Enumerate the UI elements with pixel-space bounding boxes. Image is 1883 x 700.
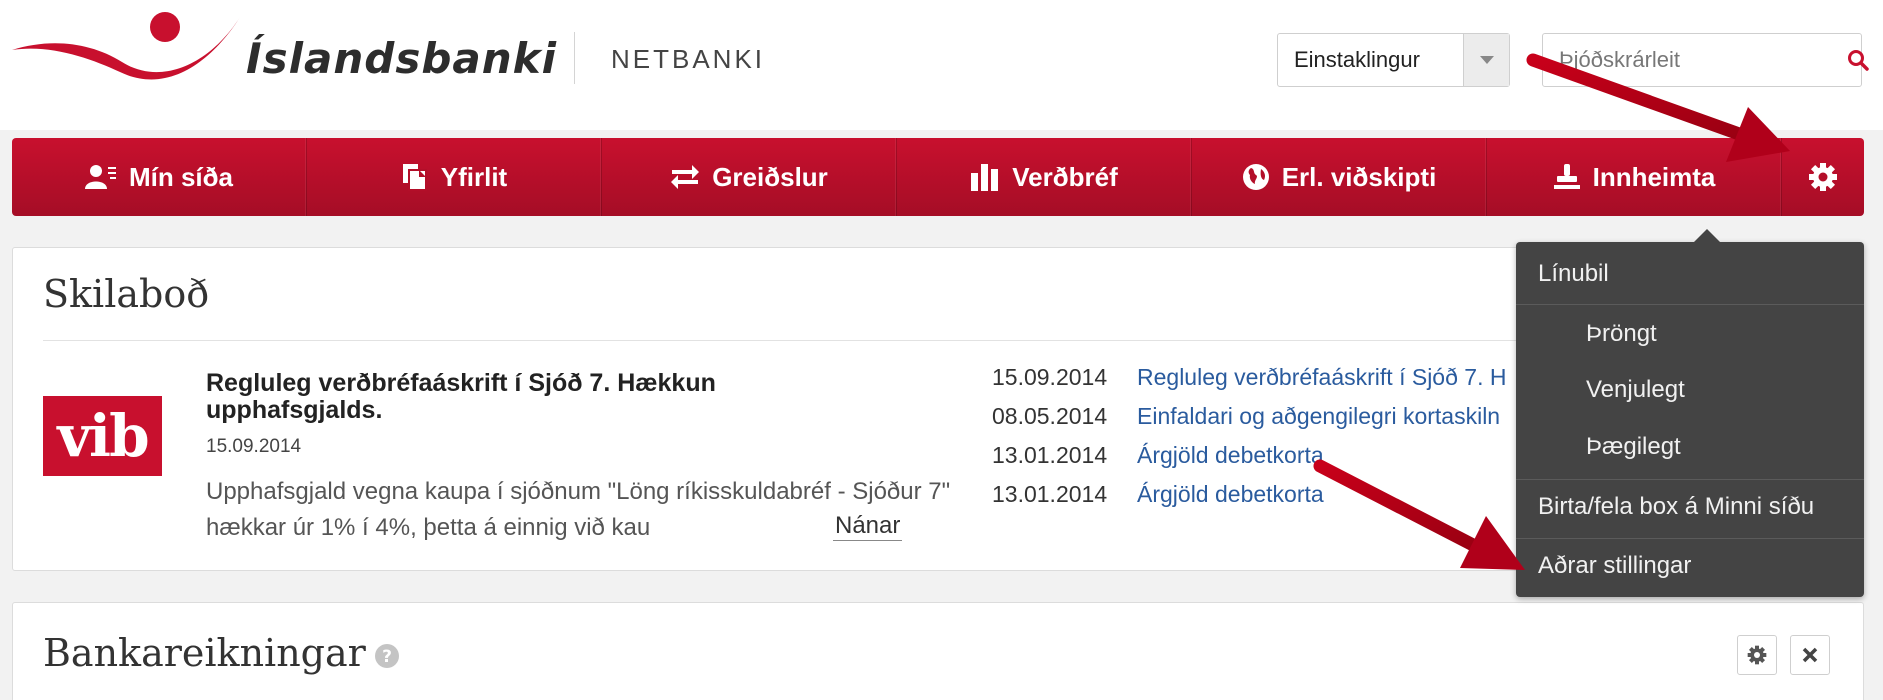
search-icon[interactable] — [1847, 34, 1869, 86]
message-link[interactable]: Regluleg verðbréfaáskrift í Sjóð 7. H — [1137, 364, 1506, 390]
national-registry-search[interactable] — [1542, 33, 1869, 87]
menu-item-narrow[interactable]: Þröngt — [1586, 320, 1657, 348]
vib-logo-text: vib — [57, 402, 149, 470]
nav-item-erl-vidskipti[interactable]: Erl. viðskipti — [1192, 138, 1487, 216]
menu-divider — [1516, 538, 1864, 539]
accounts-title: Bankareikningar — [43, 631, 366, 675]
nav-item-greidslur[interactable]: Greiðslur — [602, 138, 897, 216]
accounts-panel: Bankareikningar — [12, 602, 1864, 700]
main-nav: Mín síða Yfirlit Greiðslur Verðbréf Erl.… — [12, 138, 1864, 216]
message-date: 13.01.2014 — [992, 442, 1108, 468]
nav-item-verdbref[interactable]: Verðbréf — [897, 138, 1192, 216]
list-item[interactable]: 13.01.2014 Árgjöld debetkorta — [992, 442, 1324, 469]
featured-message-date: 15.09.2014 — [206, 436, 302, 457]
documents-icon — [402, 164, 427, 191]
chevron-down-icon[interactable] — [1463, 34, 1509, 86]
nav-item-yfirlit[interactable]: Yfirlit — [307, 138, 602, 216]
help-icon[interactable]: ? — [374, 643, 400, 674]
nav-item-innheimta[interactable]: Innheimta — [1487, 138, 1782, 216]
search-input[interactable] — [1543, 34, 1847, 86]
transfer-icon — [671, 165, 700, 189]
featured-message-title[interactable]: Regluleg verðbréfaáskrift í Sjóð 7. Hækk… — [206, 370, 806, 424]
messages-title: Skilaboð — [43, 272, 210, 316]
message-date: 15.09.2014 — [992, 364, 1108, 390]
list-item[interactable]: 15.09.2014 Regluleg verðbréfaáskrift í Sj… — [992, 364, 1506, 391]
list-item[interactable]: 13.01.2014 Árgjöld debetkorta — [992, 481, 1324, 508]
logo-swoosh-icon — [12, 12, 242, 80]
read-more-link[interactable]: Nánar — [833, 512, 903, 541]
nav-item-label: Greiðslur — [712, 161, 828, 192]
close-icon — [1802, 647, 1818, 663]
nav-item-min-sida[interactable]: Mín síða — [12, 138, 307, 216]
menu-item-comfortable[interactable]: Þægilegt — [1586, 433, 1681, 461]
menu-item-normal[interactable]: Venjulegt — [1586, 376, 1685, 404]
message-link[interactable]: Einfaldari og aðgengilegri kortaskiln — [1137, 403, 1500, 429]
menu-item-toggle-boxes[interactable]: Birta/fela box á Minni síðu — [1538, 493, 1814, 521]
user-icon — [84, 165, 116, 189]
user-type-select[interactable]: Einstaklingur — [1277, 33, 1510, 87]
user-type-value: Einstaklingur — [1294, 47, 1420, 72]
message-date: 13.01.2014 — [992, 481, 1108, 507]
globe-icon — [1242, 164, 1269, 190]
header-divider — [574, 32, 575, 84]
panel-close-button[interactable] — [1790, 635, 1830, 675]
gear-icon — [1747, 645, 1767, 665]
menu-header-line-spacing: Línubil — [1538, 260, 1609, 287]
bar-chart-icon — [971, 164, 999, 191]
message-link[interactable]: Árgjöld debetkorta — [1137, 481, 1324, 507]
vib-logo: vib — [43, 371, 194, 521]
gear-icon — [1809, 163, 1837, 191]
nav-item-label: Erl. viðskipti — [1281, 161, 1437, 192]
product-name: NETBANKI — [611, 44, 766, 74]
message-date: 08.05.2014 — [992, 403, 1108, 429]
islandsbanki-logo[interactable]: Íslandsbanki — [10, 6, 556, 96]
list-item[interactable]: 08.05.2014 Einfaldari og aðgengilegri kor… — [992, 403, 1500, 430]
stamp-icon — [1553, 164, 1580, 189]
nav-item-label: Mín síða — [128, 161, 233, 192]
settings-menu: Línubil Þröngt Venjulegt Þægilegt Birta/… — [1516, 229, 1864, 597]
menu-item-other-settings[interactable]: Aðrar stillingar — [1538, 552, 1691, 580]
header: Íslandsbanki NETBANKI Einstaklingur — [0, 0, 1883, 130]
menu-caret — [1694, 229, 1720, 242]
nav-item-label: Innheimta — [1592, 161, 1716, 192]
menu-divider — [1516, 479, 1864, 480]
nav-item-label: Yfirlit — [440, 161, 508, 192]
menu-divider — [1516, 304, 1864, 305]
svg-text:?: ? — [382, 647, 392, 667]
panel-settings-button[interactable] — [1737, 635, 1777, 675]
nav-item-label: Verðbréf — [1012, 161, 1118, 192]
message-link[interactable]: Árgjöld debetkorta — [1137, 442, 1324, 468]
brand-name: Íslandsbanki — [246, 34, 557, 83]
settings-button[interactable] — [1782, 138, 1864, 216]
